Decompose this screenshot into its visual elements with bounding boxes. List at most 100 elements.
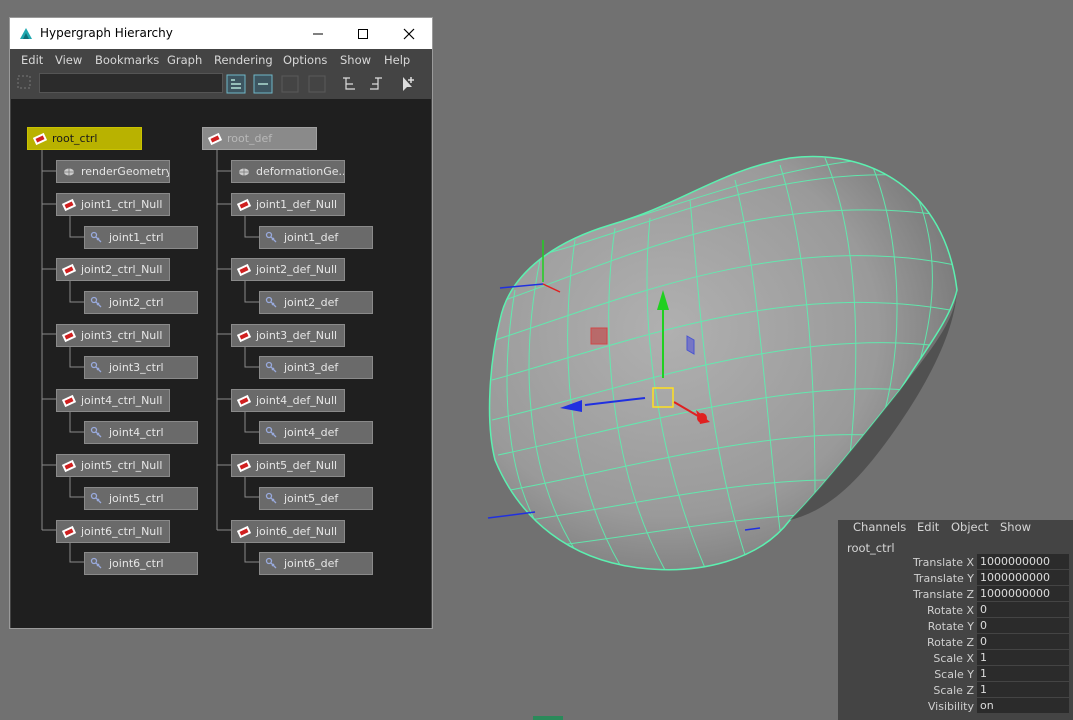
menu-help[interactable]: Help: [384, 53, 410, 67]
expand-tree-icon[interactable]: [340, 74, 360, 94]
close-icon[interactable]: [386, 18, 432, 49]
channel-value-field[interactable]: 0: [977, 602, 1069, 617]
node-geometry-def[interactable]: deformationGe...: [231, 160, 345, 183]
channel-menu-edit[interactable]: Edit: [917, 520, 939, 534]
channel-label[interactable]: Rotate Z: [927, 636, 974, 649]
node-label: deformationGe...: [256, 165, 345, 178]
node-null-ctrl-1[interactable]: joint1_ctrl_Null: [56, 193, 170, 216]
channel-value-field[interactable]: on: [977, 698, 1069, 713]
node-label: joint2_def_Null: [256, 263, 338, 276]
window-titlebar[interactable]: Hypergraph Hierarchy: [10, 18, 432, 49]
node-joint-ctrl-5[interactable]: joint5_ctrl: [84, 487, 198, 510]
menu-show[interactable]: Show: [340, 53, 371, 67]
channel-row[interactable]: Scale Y1: [838, 666, 1073, 682]
hierarchy-graph-canvas[interactable]: root_ctrl renderGeometry joint1_ctrl_Null j…: [11, 99, 431, 628]
node-label: joint4_ctrl_Null: [81, 394, 163, 407]
channel-value-field[interactable]: 0: [977, 634, 1069, 649]
channel-label[interactable]: Rotate X: [927, 604, 974, 617]
channel-row[interactable]: Translate Z 1000000000: [838, 586, 1073, 602]
node-joint-def-4[interactable]: joint4_def: [259, 421, 373, 444]
channel-row[interactable]: Translate X 1000000000: [838, 554, 1073, 570]
node-joint-ctrl-3[interactable]: joint3_ctrl: [84, 356, 198, 379]
node-joint-ctrl-6[interactable]: joint6_ctrl: [84, 552, 198, 575]
collapse-tree-icon[interactable]: [366, 74, 386, 94]
transform-node-icon: [61, 198, 77, 212]
node-label: root_def: [227, 132, 273, 145]
channel-label[interactable]: Scale X: [933, 652, 974, 665]
hypergraph-window[interactable]: Hypergraph Hierarchy Edit View Bookmarks…: [9, 17, 433, 629]
channel-row[interactable]: Translate Y 1000000000: [838, 570, 1073, 586]
channel-label[interactable]: Translate X: [913, 556, 974, 569]
channel-value-field[interactable]: 1: [977, 650, 1069, 665]
menu-rendering[interactable]: Rendering: [214, 53, 273, 67]
joint-node-icon: [265, 557, 279, 571]
node-null-def-1[interactable]: joint1_def_Null: [231, 193, 345, 216]
channel-label[interactable]: Scale Y: [934, 668, 974, 681]
channel-menu-object[interactable]: Object: [951, 520, 988, 534]
node-null-def-4[interactable]: joint4_def_Null: [231, 389, 345, 412]
node-joint-def-3[interactable]: joint3_def: [259, 356, 373, 379]
menu-bookmarks[interactable]: Bookmarks: [95, 53, 159, 67]
channel-menu-channels[interactable]: Channels: [853, 520, 906, 534]
input-output-icon[interactable]: [280, 74, 300, 94]
node-null-ctrl-2[interactable]: joint2_ctrl_Null: [56, 258, 170, 281]
poly-mesh[interactable]: [488, 155, 958, 571]
collapse-icon[interactable]: [253, 74, 273, 94]
node-null-ctrl-5[interactable]: joint5_ctrl_Null: [56, 454, 170, 477]
node-joint-ctrl-4[interactable]: joint4_ctrl: [84, 421, 198, 444]
channel-row[interactable]: Rotate Z0: [838, 634, 1073, 650]
channel-value-field[interactable]: 0: [977, 618, 1069, 633]
menu-view[interactable]: View: [55, 53, 82, 67]
channel-value-field[interactable]: 1: [977, 666, 1069, 681]
node-root-ctrl[interactable]: root_ctrl: [27, 127, 142, 150]
channel-value-field[interactable]: 1000000000: [977, 554, 1069, 569]
channel-row[interactable]: Scale X1: [838, 650, 1073, 666]
node-null-ctrl-4[interactable]: joint4_ctrl_Null: [56, 389, 170, 412]
channel-label[interactable]: Scale Z: [933, 684, 974, 697]
node-null-ctrl-6[interactable]: joint6_ctrl_Null: [56, 520, 170, 543]
maximize-icon[interactable]: [340, 18, 386, 49]
node-joint-def-2[interactable]: joint2_def: [259, 291, 373, 314]
node-label: joint6_ctrl_Null: [81, 525, 163, 538]
add-bookmark-icon[interactable]: [398, 74, 418, 94]
channel-row[interactable]: Scale Z1: [838, 682, 1073, 698]
menu-edit[interactable]: Edit: [21, 53, 43, 67]
menu-graph[interactable]: Graph: [167, 53, 202, 67]
minimize-icon[interactable]: [295, 18, 341, 49]
channel-row[interactable]: Rotate Y0: [838, 618, 1073, 634]
channel-menu-show[interactable]: Show: [1000, 520, 1031, 534]
node-joint-def-6[interactable]: joint6_def: [259, 552, 373, 575]
channel-label[interactable]: Rotate Y: [928, 620, 974, 633]
scene-hierarchy-icon[interactable]: [226, 74, 246, 94]
transform-node-icon: [61, 263, 77, 277]
node-joint-def-1[interactable]: joint1_def: [259, 226, 373, 249]
channel-label[interactable]: Translate Y: [914, 572, 974, 585]
node-null-def-2[interactable]: joint2_def_Null: [231, 258, 345, 281]
transform-node-icon: [236, 263, 252, 277]
channel-label[interactable]: Visibility: [928, 700, 974, 713]
frame-selection-icon[interactable]: [15, 73, 35, 93]
menu-options[interactable]: Options: [283, 53, 327, 67]
channel-value-field[interactable]: 1000000000: [977, 570, 1069, 585]
node-geometry-ctrl[interactable]: renderGeometry: [56, 160, 170, 183]
node-null-def-5[interactable]: joint5_def_Null: [231, 454, 345, 477]
node-joint-ctrl-1[interactable]: joint1_ctrl: [84, 226, 198, 249]
node-joint-ctrl-2[interactable]: joint2_ctrl: [84, 291, 198, 314]
node-label: joint3_ctrl: [109, 361, 164, 374]
node-null-def-3[interactable]: joint3_def_Null: [231, 324, 345, 347]
joint-node-icon: [90, 557, 104, 571]
channel-label[interactable]: Translate Z: [913, 588, 974, 601]
node-null-def-6[interactable]: joint6_def_Null: [231, 520, 345, 543]
node-null-ctrl-3[interactable]: joint3_ctrl_Null: [56, 324, 170, 347]
transform-node-icon: [207, 132, 223, 146]
node-root-def[interactable]: root_def: [202, 127, 317, 150]
channel-value-field[interactable]: 1: [977, 682, 1069, 697]
filter-input[interactable]: [39, 73, 223, 93]
channel-value-field[interactable]: 1000000000: [977, 586, 1069, 601]
transform-node-icon: [61, 525, 77, 539]
channel-row[interactable]: Visibility on: [838, 698, 1073, 714]
layout-icon[interactable]: [307, 74, 327, 94]
channel-row[interactable]: Rotate X0: [838, 602, 1073, 618]
node-label: joint5_def: [284, 492, 339, 505]
node-joint-def-5[interactable]: joint5_def: [259, 487, 373, 510]
